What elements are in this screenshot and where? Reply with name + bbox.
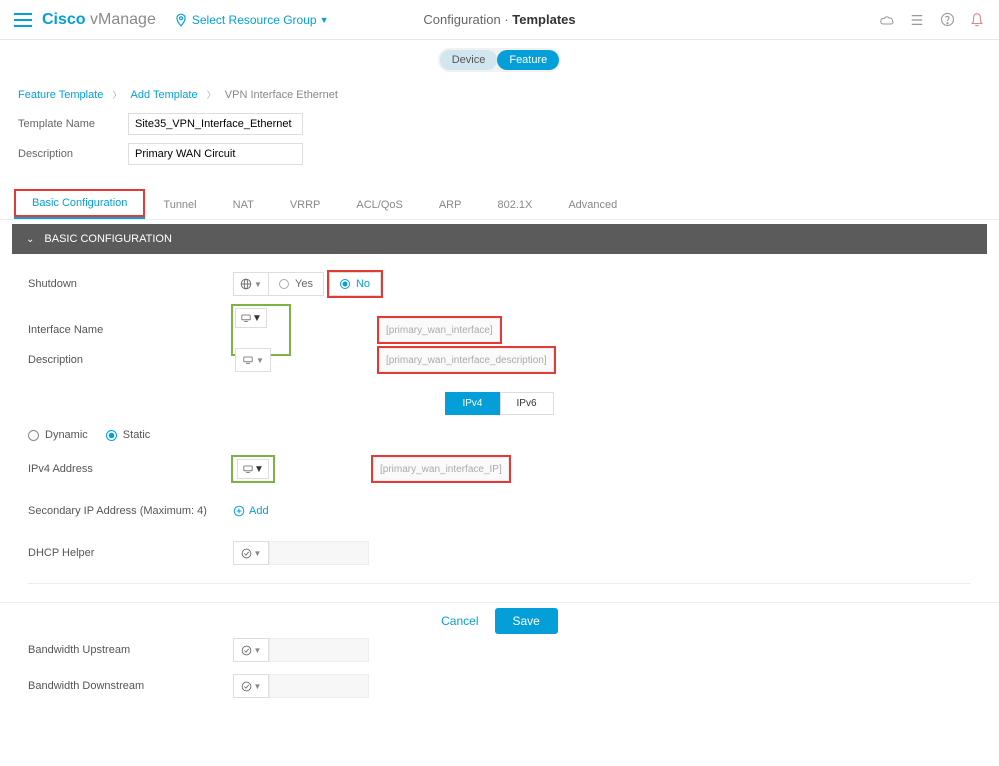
brand: Cisco vManage	[42, 11, 156, 29]
device-icon	[240, 313, 252, 323]
ipv4-address-value[interactable]: [primary_wan_interface_IP]	[373, 457, 509, 481]
resource-group-select[interactable]: Select Resource Group▼	[192, 13, 329, 27]
feature-toggle[interactable]: Feature	[497, 50, 559, 70]
breadcrumb: Feature Template 〉 Add Template 〉 VPN In…	[0, 80, 999, 109]
help-icon[interactable]	[939, 12, 955, 28]
pin-icon	[174, 12, 188, 28]
shutdown-label: Shutdown	[28, 278, 233, 290]
template-name-label: Template Name	[18, 118, 128, 130]
device-icon	[242, 355, 254, 365]
tab-tunnel[interactable]: Tunnel	[145, 191, 214, 219]
template-type-toggle: Device Feature	[438, 48, 562, 72]
ipv4-address-scope[interactable]: ▼	[237, 459, 269, 479]
cancel-button[interactable]: Cancel	[441, 614, 478, 628]
ipv4-address-label: IPv4 Address	[28, 463, 233, 475]
chevron-down-icon: ▼	[320, 15, 329, 25]
dhcp-helper-label: DHCP Helper	[28, 547, 233, 559]
shutdown-scope[interactable]: ▼	[233, 272, 269, 296]
crumb-feature-template[interactable]: Feature Template	[18, 89, 103, 101]
interface-name-label: Interface Name	[28, 324, 233, 336]
tab-vrrp[interactable]: VRRP	[272, 191, 339, 219]
ipv6-tab[interactable]: IPv6	[500, 392, 554, 415]
tab-advanced[interactable]: Advanced	[550, 191, 635, 219]
bandwidth-downstream-value[interactable]	[269, 674, 369, 698]
template-name-input[interactable]	[128, 113, 303, 135]
chevron-down-icon: ⌄	[26, 234, 34, 245]
interface-name-scope[interactable]: ▼	[235, 308, 267, 328]
add-secondary-ip[interactable]: Add	[233, 505, 269, 517]
tab-basic-configuration[interactable]: Basic Configuration	[14, 189, 145, 219]
bandwidth-upstream-label: Bandwidth Upstream	[28, 644, 233, 656]
device-toggle[interactable]: Device	[440, 50, 498, 70]
check-icon	[241, 681, 252, 692]
tab-nat[interactable]: NAT	[215, 191, 272, 219]
ipv4-tab[interactable]: IPv4	[445, 392, 499, 415]
interface-name-value[interactable]: [primary_wan_interface]	[379, 318, 500, 342]
device-icon	[242, 464, 254, 474]
crumb-current: VPN Interface Ethernet	[225, 89, 338, 101]
check-icon	[241, 548, 252, 559]
bell-icon[interactable]	[969, 12, 985, 28]
dhcp-helper-scope[interactable]: ▼	[233, 541, 269, 565]
save-button[interactable]: Save	[495, 608, 558, 634]
tab-8021x[interactable]: 802.1X	[479, 191, 550, 219]
if-description-value[interactable]: [primary_wan_interface_description]	[379, 348, 554, 372]
dhcp-helper-value[interactable]	[269, 541, 369, 565]
tasks-icon[interactable]	[909, 12, 925, 28]
tab-acl-qos[interactable]: ACL/QoS	[338, 191, 420, 219]
bandwidth-downstream-scope[interactable]: ▼	[233, 674, 269, 698]
shutdown-no[interactable]: No	[329, 272, 381, 296]
cloud-icon[interactable]	[879, 12, 895, 28]
description-input[interactable]	[128, 143, 303, 165]
globe-icon	[240, 278, 252, 290]
static-radio[interactable]: Static	[106, 429, 151, 441]
bandwidth-upstream-scope[interactable]: ▼	[233, 638, 269, 662]
section-basic-configuration[interactable]: ⌄ BASIC CONFIGURATION	[12, 224, 987, 254]
bandwidth-upstream-value[interactable]	[269, 638, 369, 662]
page-title: Configuration · Templates	[423, 12, 575, 27]
tab-arp[interactable]: ARP	[421, 191, 480, 219]
if-description-label: Description	[28, 354, 233, 366]
secondary-ip-label: Secondary IP Address (Maximum: 4)	[28, 505, 233, 517]
description-label: Description	[18, 148, 128, 160]
dynamic-radio[interactable]: Dynamic	[28, 429, 88, 441]
crumb-add-template[interactable]: Add Template	[131, 89, 198, 101]
bandwidth-downstream-label: Bandwidth Downstream	[28, 680, 233, 692]
shutdown-yes[interactable]: Yes	[268, 272, 324, 296]
if-description-scope[interactable]: ▼	[235, 348, 271, 372]
check-icon	[241, 645, 252, 656]
menu-icon[interactable]	[14, 13, 32, 27]
plus-circle-icon	[233, 505, 245, 517]
